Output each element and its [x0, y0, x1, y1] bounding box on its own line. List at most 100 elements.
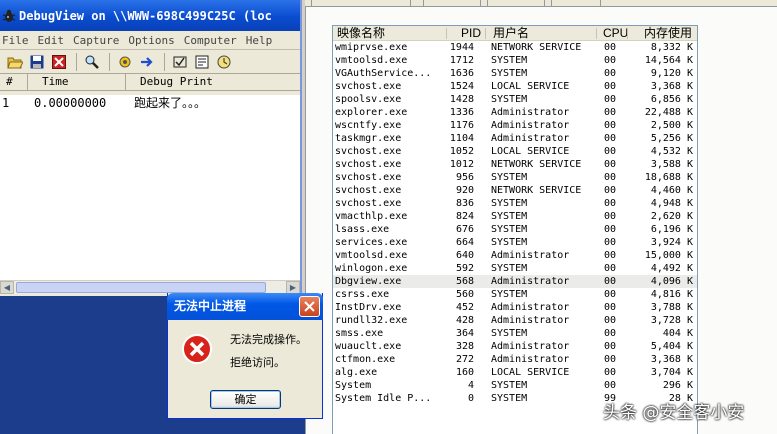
filter-icon[interactable]: [193, 53, 211, 71]
process-row[interactable]: Dbgview.exe 568 Administrator 00 4,096 K: [333, 275, 697, 288]
menu-edit[interactable]: Edit: [38, 34, 65, 47]
process-mem: 18,688 K: [644, 172, 693, 183]
process-user: NETWORK SERVICE: [491, 159, 582, 170]
process-list[interactable]: 映像名称 PID 用户名 CPU 内存使用 wmiprvse.exe 1944 NE…: [332, 25, 698, 434]
process-row[interactable]: vmtoolsd.exe 1712 SYSTEM 00 14,564 K: [333, 54, 697, 67]
process-name: svchost.exe: [335, 81, 402, 92]
process-user: NETWORK SERVICE: [491, 42, 582, 53]
highlight-icon[interactable]: [171, 53, 189, 71]
clear-icon[interactable]: [50, 53, 68, 71]
process-user: Administrator: [491, 341, 570, 352]
process-row[interactable]: csrss.exe 560 SYSTEM 00 4,816 K: [333, 288, 697, 301]
capture-icon[interactable]: [116, 53, 134, 71]
process-row[interactable]: spoolsv.exe 1428 SYSTEM 00 6,856 K: [333, 93, 697, 106]
process-row[interactable]: svchost.exe 1012 NETWORK SERVICE 00 3,588 K: [333, 158, 697, 171]
scroll-left-icon[interactable]: ◀: [0, 281, 14, 294]
process-cpu: 00: [604, 94, 617, 105]
process-row[interactable]: svchost.exe 1524 LOCAL SERVICE 00 3,368 K: [333, 80, 697, 93]
column-time[interactable]: Time: [28, 74, 126, 90]
process-name: InstDrv.exe: [335, 302, 402, 313]
autoscroll-icon[interactable]: [138, 53, 156, 71]
column-num[interactable]: #: [0, 74, 28, 90]
process-row[interactable]: services.exe 664 SYSTEM 00 3,924 K: [333, 236, 697, 249]
process-user: NETWORK SERVICE: [491, 185, 582, 196]
process-name: spoolsv.exe: [335, 94, 402, 105]
menu-help[interactable]: Help: [246, 34, 273, 47]
process-row[interactable]: vmacthlp.exe 824 SYSTEM 00 2,620 K: [333, 210, 697, 223]
process-pid: 568: [455, 276, 474, 287]
scrollbar-thumb[interactable]: [16, 282, 266, 293]
process-mem: 3,728 K: [650, 315, 693, 326]
process-row[interactable]: wmiprvse.exe 1944 NETWORK SERVICE 00 8,332 K: [333, 41, 697, 54]
process-name: svchost.exe: [335, 159, 402, 170]
process-pid: 452: [455, 302, 474, 313]
open-folder-icon[interactable]: [6, 53, 24, 71]
process-mem: 3,368 K: [650, 81, 693, 92]
log-row[interactable]: 1 0.00000000 跑起来了。。。: [0, 95, 300, 111]
process-user: LOCAL SERVICE: [491, 367, 570, 378]
tab-performance[interactable]: [423, 0, 481, 6]
menu-file[interactable]: File: [2, 34, 29, 47]
debugview-output-list[interactable]: 1 0.00000000 跑起来了。。。: [0, 95, 300, 280]
tab-users[interactable]: [551, 0, 601, 6]
process-cpu: 00: [604, 341, 617, 352]
process-cpu: 00: [604, 328, 617, 339]
process-cpu: 00: [604, 42, 617, 53]
column-debug-print[interactable]: Debug Print: [126, 74, 300, 90]
process-name: svchost.exe: [335, 172, 402, 183]
process-row[interactable]: svchost.exe 836 SYSTEM 00 4,948 K: [333, 197, 697, 210]
menu-options[interactable]: Options: [128, 34, 174, 47]
process-row[interactable]: explorer.exe 1336 Administrator 00 22,488 K: [333, 106, 697, 119]
debugview-app-icon: [2, 9, 16, 23]
menu-capture[interactable]: Capture: [73, 34, 119, 47]
save-icon[interactable]: [28, 53, 46, 71]
process-row[interactable]: smss.exe 364 SYSTEM 00 404 K: [333, 327, 697, 340]
process-cpu: 00: [604, 120, 617, 131]
process-row[interactable]: svchost.exe 920 NETWORK SERVICE 00 4,460 K: [333, 184, 697, 197]
process-mem: 3,588 K: [650, 159, 693, 170]
tab-processes[interactable]: [311, 0, 411, 6]
process-pid: 824: [455, 211, 474, 222]
column-pid[interactable]: PID: [461, 26, 481, 40]
process-row[interactable]: alg.exe 160 LOCAL SERVICE 00 3,704 K: [333, 366, 697, 379]
process-row[interactable]: lsass.exe 676 SYSTEM 00 6,196 K: [333, 223, 697, 236]
process-user: Administrator: [491, 302, 570, 313]
process-cpu: 00: [604, 380, 617, 391]
process-mem: 4,816 K: [650, 289, 693, 300]
process-row[interactable]: System 4 SYSTEM 00 296 K: [333, 379, 697, 392]
dialog-titlebar[interactable]: 无法中止进程: [167, 293, 323, 320]
column-username[interactable]: 用户名: [493, 26, 529, 40]
debugview-titlebar[interactable]: DebugView on \\WWW-698C499C25C (loc: [0, 0, 300, 31]
process-row[interactable]: InstDrv.exe 452 Administrator 00 3,788 K: [333, 301, 697, 314]
process-row[interactable]: taskmgr.exe 1104 Administrator 00 5,256 K: [333, 132, 697, 145]
process-pid: 328: [455, 341, 474, 352]
tab-networking[interactable]: [487, 0, 545, 6]
process-row[interactable]: VGAuthService... 1636 SYSTEM 00 9,120 K: [333, 67, 697, 80]
process-user: SYSTEM: [491, 393, 528, 404]
process-row[interactable]: svchost.exe 956 SYSTEM 00 18,688 K: [333, 171, 697, 184]
close-icon[interactable]: [299, 296, 320, 317]
process-mem: 6,856 K: [650, 94, 693, 105]
dialog-message-detail: 拒绝访问。: [230, 356, 285, 369]
column-mem-usage[interactable]: 内存使用: [644, 26, 692, 40]
process-pid: 676: [455, 224, 474, 235]
process-row[interactable]: rundll32.exe 428 Administrator 00 3,728 K: [333, 314, 697, 327]
column-cpu[interactable]: CPU: [603, 26, 628, 40]
process-row[interactable]: vmtoolsd.exe 640 Administrator 00 15,000 K: [333, 249, 697, 262]
horizontal-scrollbar[interactable]: ◀ ▶: [0, 280, 300, 294]
process-row[interactable]: winlogon.exe 592 SYSTEM 00 4,492 K: [333, 262, 697, 275]
process-cpu: 00: [604, 250, 617, 261]
process-user: Administrator: [491, 354, 570, 365]
process-row[interactable]: wuauclt.exe 328 Administrator 00 5,404 K: [333, 340, 697, 353]
ok-button[interactable]: 确定: [210, 390, 281, 409]
column-image-name[interactable]: 映像名称: [337, 26, 385, 40]
menu-computer[interactable]: Computer: [184, 34, 237, 47]
process-pid: 664: [455, 237, 474, 248]
process-row[interactable]: ctfmon.exe 272 Administrator 00 3,368 K: [333, 353, 697, 366]
process-row[interactable]: svchost.exe 1052 LOCAL SERVICE 00 4,532 K: [333, 145, 697, 158]
process-row[interactable]: wscntfy.exe 1176 Administrator 00 2,500 K: [333, 119, 697, 132]
clock-icon[interactable]: [215, 53, 233, 71]
find-icon[interactable]: [83, 53, 101, 71]
process-user: SYSTEM: [491, 211, 528, 222]
process-cpu: 00: [604, 133, 617, 144]
